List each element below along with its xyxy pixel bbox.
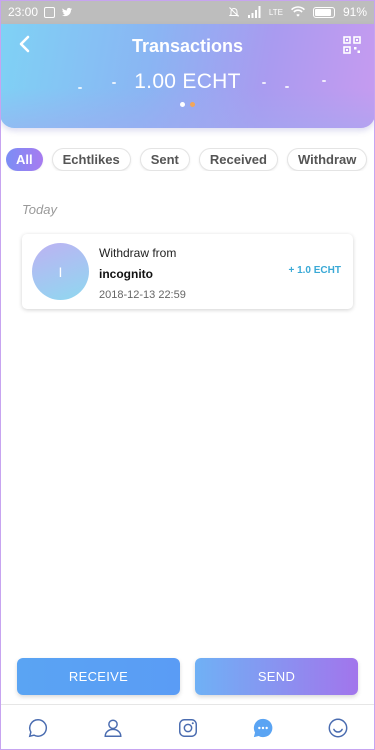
chat-icon <box>28 718 47 737</box>
transaction-counterparty: incognito <box>99 267 153 281</box>
tab-messages[interactable] <box>251 716 275 740</box>
filter-tabs: All Echtlikes Sent Received Withdraw <box>6 148 375 171</box>
tab-instagram[interactable] <box>176 716 200 740</box>
messages-icon <box>253 718 272 737</box>
network-type: LTE <box>268 7 283 17</box>
status-bar: 23:00 LTE 91% <box>0 0 375 24</box>
action-buttons: RECEIVE SEND <box>17 658 358 695</box>
avatar: I <box>32 243 89 300</box>
status-time: 23:00 <box>8 5 39 19</box>
battery-icon <box>312 6 335 18</box>
wallet-balance: 1.00 ECHT <box>134 70 241 93</box>
page-dot-active <box>180 102 185 107</box>
tab-smile[interactable] <box>326 716 350 740</box>
smile-icon <box>328 718 347 737</box>
profile-icon <box>103 718 122 737</box>
page-dot <box>190 102 195 107</box>
section-date-label: Today <box>22 202 57 217</box>
battery-level: 91% <box>342 5 367 19</box>
twitter-icon <box>62 7 73 17</box>
bottom-tab-bar <box>0 704 375 750</box>
instagram-icon <box>178 718 197 737</box>
wifi-icon <box>290 6 305 17</box>
page-indicator[interactable] <box>0 102 375 107</box>
filter-echtlikes[interactable]: Echtlikes <box>51 148 131 171</box>
transaction-amount: + 1.0 ECHT <box>288 265 341 276</box>
tab-chat[interactable] <box>26 716 50 740</box>
send-button[interactable]: SEND <box>195 658 358 695</box>
receive-button[interactable]: RECEIVE <box>17 658 180 695</box>
filter-all[interactable]: All <box>6 148 43 171</box>
signal-icon <box>247 6 261 18</box>
qr-code-icon <box>343 36 361 54</box>
tab-profile[interactable] <box>101 716 125 740</box>
notification-icon <box>44 6 56 18</box>
header: Transactions 1.00 ECHT <box>0 24 375 128</box>
transaction-date: 2018-12-13 22:59 <box>99 289 186 301</box>
filter-sent[interactable]: Sent <box>139 148 190 171</box>
filter-withdraw[interactable]: Withdraw <box>286 148 368 171</box>
transaction-card[interactable]: I Withdraw from incognito 2018-12-13 22:… <box>22 234 353 309</box>
filter-received[interactable]: Received <box>198 148 278 171</box>
bell-off-icon <box>228 7 240 17</box>
transaction-type: Withdraw from <box>99 246 177 260</box>
qr-code-button[interactable] <box>343 36 361 54</box>
page-title: Transactions <box>131 36 244 56</box>
